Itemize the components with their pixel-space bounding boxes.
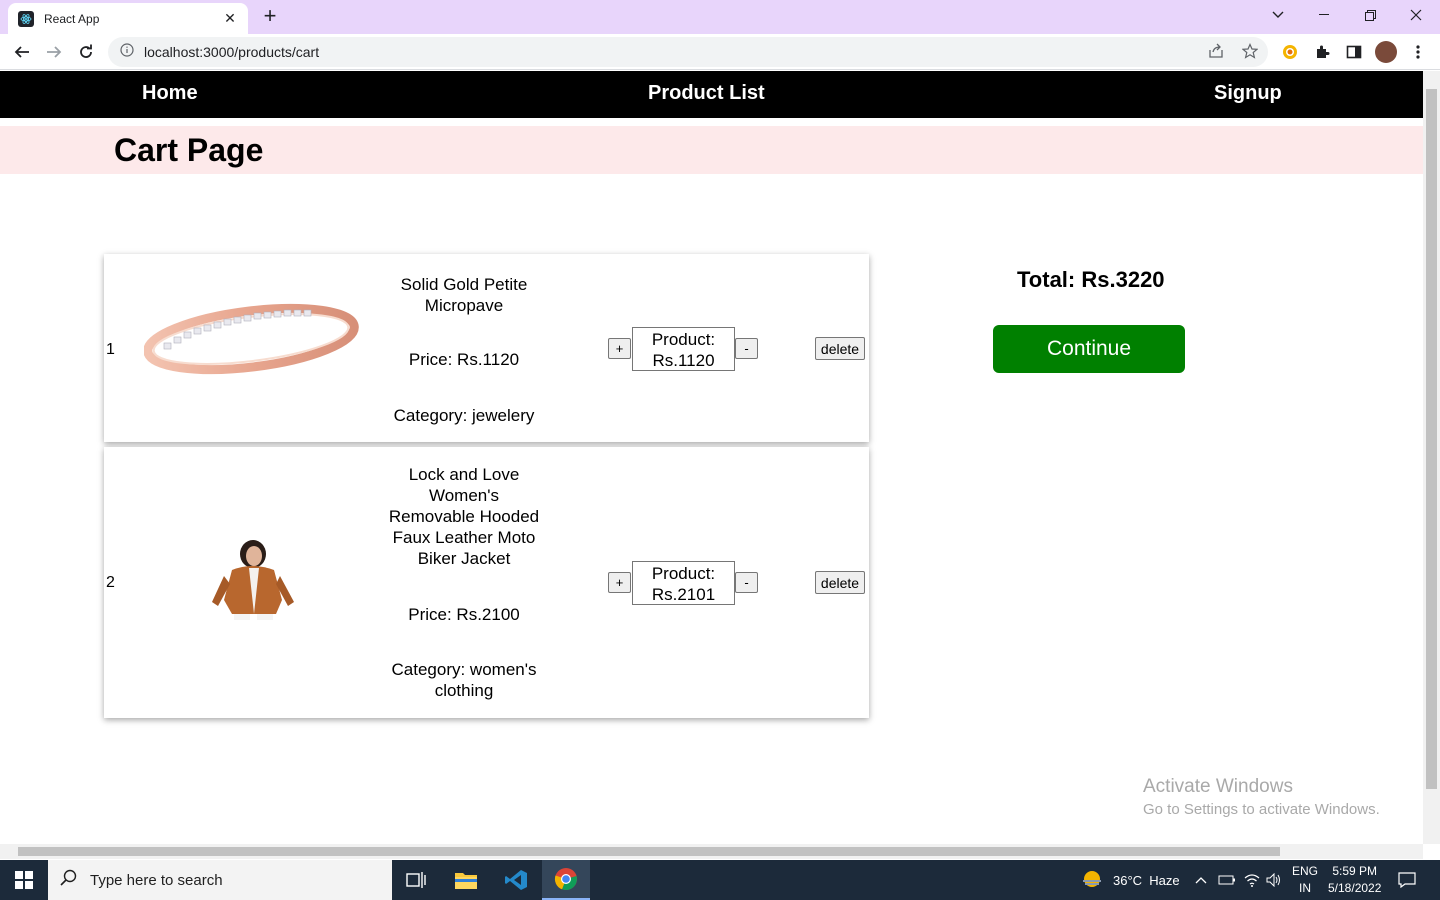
notification-icon[interactable] [1398,860,1416,900]
browser-toolbar: localhost:3000/products/cart [0,34,1440,70]
reload-icon[interactable] [74,40,98,64]
increase-quantity-button[interactable]: + [608,572,631,593]
ring-product-image [143,299,359,389]
activate-windows-watermark: Activate Windows Go to Settings to activ… [1143,776,1380,818]
jacket-product-image [202,540,302,620]
watermark-subtitle: Go to Settings to activate Windows. [1143,801,1380,818]
item-name: Solid Gold Petite Micropave [400,275,528,315]
item-price: Price: Rs.1120 [408,350,520,369]
tab-title: React App [44,11,100,26]
windows-start-icon[interactable] [0,860,48,900]
bookmark-star-icon[interactable] [1241,43,1259,64]
address-bar[interactable]: localhost:3000/products/cart [108,37,1268,67]
browser-tab-bar: React App ✕ + [0,0,1440,34]
continue-button[interactable]: Continue [993,325,1185,373]
item-index: 2 [106,574,115,591]
page-title: Cart Page [114,132,264,168]
increase-quantity-button[interactable]: + [608,338,631,359]
battery-icon[interactable] [1218,860,1236,900]
item-name: Lock and Love Women's Removable Hooded F… [388,465,540,568]
react-favicon-icon [18,10,34,27]
share-icon[interactable] [1208,43,1224,64]
back-arrow-icon[interactable] [10,40,34,64]
language-code: ENG [1292,864,1319,878]
page-viewport: Home Product List Signup Cart Page 1 Sol… [0,71,1423,844]
minimize-icon[interactable] [1301,0,1347,30]
item-price: Price: Rs.2100 [408,605,520,624]
product-subtotal-box: Product: Rs.2101 [632,561,735,605]
side-panel-icon[interactable] [1344,42,1364,62]
windows-taskbar: Type here to search 36°C Haze ENG IN 5:5… [0,860,1440,900]
cart-item-card: 2 Lock and Love Women's Removable Hooded… [104,447,869,718]
weather-widget[interactable]: 36°C Haze [1081,860,1180,900]
extensions-puzzle-icon[interactable] [1312,42,1332,62]
horizontal-scroll-thumb[interactable] [18,847,1280,856]
site-info-icon[interactable] [120,42,134,62]
profile-avatar[interactable] [1375,41,1397,63]
tab-close-icon[interactable]: ✕ [222,10,238,27]
url-text: localhost:3000/products/cart [144,44,320,60]
product-subtotal-value: Rs.2101 [651,585,716,604]
decrease-quantity-button[interactable]: - [735,572,758,593]
nav-signup-link[interactable]: Signup [1214,82,1282,105]
cart-item-card: 1 Solid Gold Petite Micropave Price: Rs.… [104,254,869,442]
tab-search-chevron-icon[interactable] [1255,0,1301,30]
horizontal-scrollbar[interactable] [0,844,1423,859]
product-subtotal-value: Rs.1120 [652,351,715,370]
cart-total: Total: Rs.3220 [1017,267,1165,292]
site-navbar: Home Product List Signup [0,71,1423,118]
item-category: Category: women's clothing [391,660,537,700]
new-tab-icon[interactable]: + [258,5,282,29]
close-window-icon[interactable] [1393,0,1439,30]
language-indicator[interactable]: ENG IN [1292,860,1318,900]
show-hidden-icons-chevron-icon[interactable] [1195,860,1207,900]
clock-date: 5/18/2022 [1328,881,1382,895]
search-placeholder: Type here to search [90,871,223,889]
forward-arrow-icon[interactable] [42,40,66,64]
decrease-quantity-button[interactable]: - [735,338,758,359]
taskbar-search-box[interactable]: Type here to search [48,860,392,900]
product-subtotal-box: Product: Rs.1120 [632,327,735,371]
product-subtotal-label: Product: [651,330,716,349]
restore-icon[interactable] [1347,0,1393,30]
vertical-scrollbar[interactable] [1423,71,1440,844]
nav-home-link[interactable]: Home [142,82,198,105]
item-category: Category: jewelery [393,406,535,425]
item-index: 1 [106,341,115,358]
browser-tab[interactable]: React App ✕ [8,3,248,34]
extension-coin-icon[interactable] [1280,42,1300,62]
browser-menu-icon[interactable] [1408,42,1428,62]
file-explorer-icon[interactable] [442,860,490,900]
delete-item-button[interactable]: delete [815,337,865,360]
nav-product-list-link[interactable]: Product List [648,82,765,105]
vertical-scroll-thumb[interactable] [1426,89,1437,789]
task-view-icon[interactable] [392,860,440,900]
weather-text: 36°C Haze [1113,872,1180,888]
chrome-icon[interactable] [542,860,590,900]
clock-time: 5:59 PM [1332,864,1378,878]
page-header: Cart Page [0,126,1423,174]
delete-item-button[interactable]: delete [815,571,865,594]
haze-weather-icon [1081,869,1103,892]
volume-icon[interactable] [1266,860,1282,900]
vscode-icon[interactable] [492,860,540,900]
search-icon [60,869,78,892]
region-code: IN [1299,881,1311,895]
wifi-icon[interactable] [1244,860,1260,900]
clock[interactable]: 5:59 PM 5/18/2022 [1328,860,1381,900]
watermark-title: Activate Windows [1143,776,1293,797]
product-subtotal-label: Product: [651,564,716,583]
